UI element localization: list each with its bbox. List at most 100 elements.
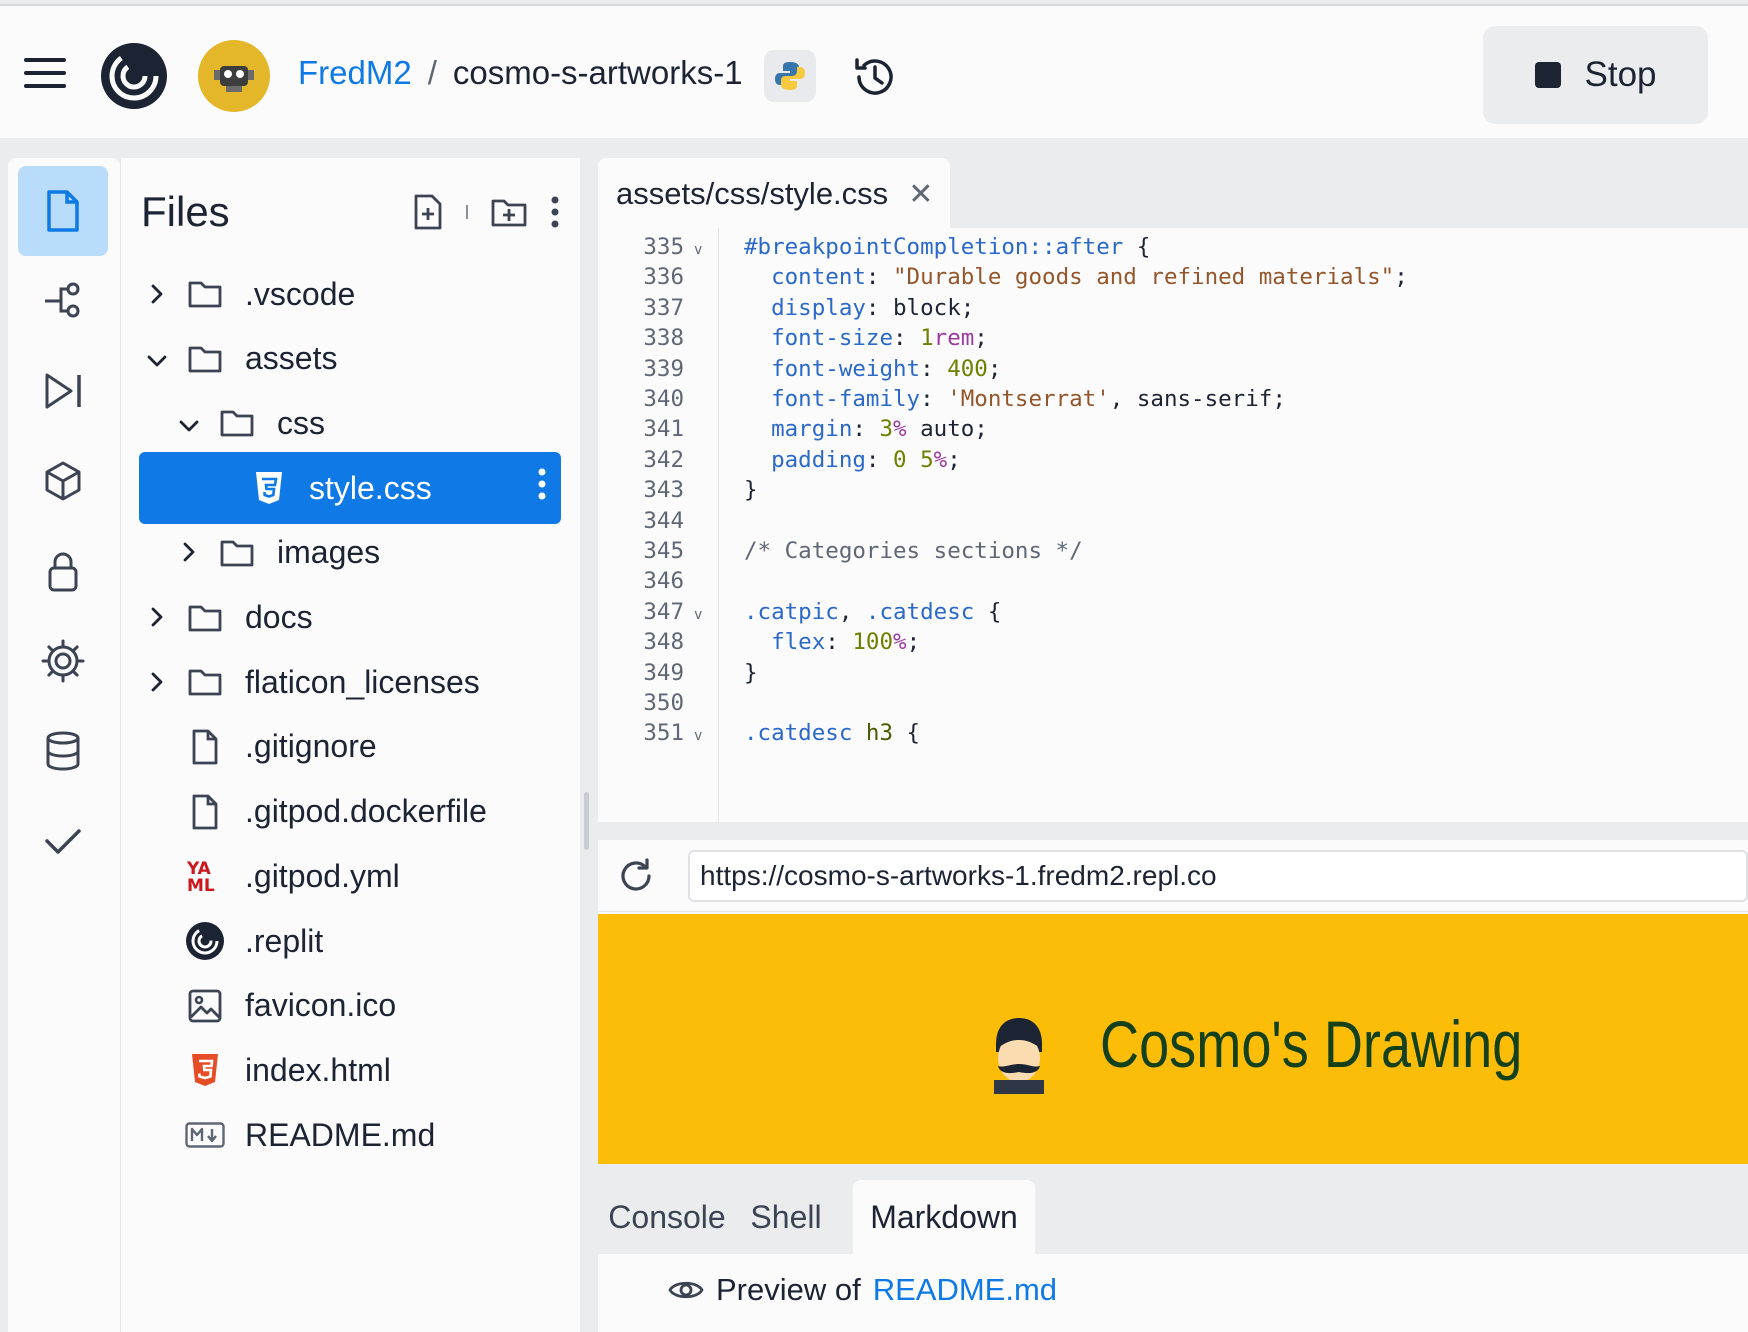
chevron-right-icon[interactable]	[139, 276, 175, 313]
database-icon	[46, 731, 80, 771]
line-number: 342	[643, 446, 684, 473]
breadcrumb: FredM2 / cosmo-s-artworks-1	[298, 54, 743, 92]
code-editor[interactable]: 335 v #breakpointCompletion::after {336 co…	[598, 228, 1748, 822]
tab-console[interactable]: Console	[598, 1180, 736, 1254]
code-line: font-weight: 400;	[771, 355, 1002, 382]
menu-icon[interactable]	[24, 58, 66, 88]
file-tree-label: .vscode	[245, 275, 356, 312]
preview-file-link[interactable]: README.md	[873, 1272, 1057, 1308]
line-number: 335	[643, 234, 684, 260]
file-tree-label: .gitignore	[245, 728, 377, 765]
markdown-preview-line: Preview of README.md	[668, 1272, 1057, 1308]
line-number: 349	[643, 659, 684, 686]
files-title: Files	[141, 188, 230, 235]
fold-chevron-icon[interactable]: v	[694, 728, 702, 744]
folder-icon	[185, 662, 225, 702]
indent-guide	[718, 228, 719, 822]
kebab-menu-icon[interactable]	[550, 194, 560, 230]
chevron-right-icon[interactable]	[139, 599, 175, 636]
file-tree-item[interactable]: YA ML .gitpod.yml	[139, 840, 561, 912]
debugger-button[interactable]	[18, 346, 108, 436]
file-tree-label: .replit	[245, 922, 324, 959]
file-tree-item[interactable]: flaticon_licenses	[139, 646, 561, 718]
svg-text:ML: ML	[187, 876, 215, 894]
close-icon[interactable]: ✕	[908, 177, 933, 212]
history-icon[interactable]	[852, 54, 898, 100]
lock-icon	[48, 552, 78, 592]
top-bar: FredM2 / cosmo-s-artworks-1 Stop	[0, 4, 1748, 138]
editor-tab-label: assets/css/style.css	[616, 176, 889, 211]
line-number: 339	[643, 355, 684, 382]
replit-logo-icon[interactable]	[98, 40, 170, 112]
files-tool-button[interactable]	[18, 166, 108, 256]
file-icon	[47, 190, 79, 232]
fold-chevron-icon[interactable]: v	[694, 242, 702, 258]
avatar[interactable]	[198, 40, 270, 112]
css3-icon	[249, 468, 289, 508]
secrets-button[interactable]	[18, 526, 108, 616]
webview-url-bar: https://cosmo-s-artworks-1.fredm2.repl.c…	[598, 840, 1748, 912]
folder-icon	[217, 533, 257, 573]
packages-button[interactable]	[18, 436, 108, 526]
mustache-man-logo-icon	[994, 1018, 1044, 1094]
breadcrumb-user-link[interactable]: FredM2	[298, 54, 412, 92]
url-input[interactable]: https://cosmo-s-artworks-1.fredm2.repl.c…	[688, 850, 1748, 902]
code-line: /* Categories sections */	[744, 538, 1083, 564]
chevron-right-icon[interactable]	[171, 534, 207, 571]
database-button[interactable]	[18, 706, 108, 796]
panel-resize-handle[interactable]	[584, 792, 589, 850]
line-number: 336	[643, 264, 684, 291]
file-tree-item[interactable]: .replit	[139, 905, 561, 977]
eye-icon	[668, 1281, 704, 1299]
stop-button[interactable]: Stop	[1483, 26, 1708, 124]
file-tree-item[interactable]: docs	[139, 582, 561, 654]
kebab-menu-icon[interactable]	[537, 467, 547, 509]
code-line: content: "Durable goods and refined mate…	[771, 264, 1408, 291]
line-number: 341	[643, 416, 684, 443]
file-tree-item[interactable]: assets	[139, 323, 561, 395]
gear-icon	[41, 639, 85, 683]
new-folder-icon[interactable]	[490, 195, 528, 229]
chevron-down-icon[interactable]	[171, 405, 207, 442]
website-title: Cosmo's Drawing	[1100, 1007, 1523, 1081]
repl-name[interactable]: cosmo-s-artworks-1	[453, 54, 743, 92]
folder-icon	[217, 403, 257, 443]
file-tree-label: style.css	[309, 469, 432, 506]
file-tree-label: index.html	[245, 1051, 391, 1088]
file-tree-item[interactable]: .gitignore	[139, 711, 561, 783]
file-tree-label: .gitpod.dockerfile	[245, 793, 487, 830]
version-control-button[interactable]	[18, 256, 108, 346]
stop-icon	[1534, 62, 1561, 88]
file-tree-item[interactable]: favicon.ico	[139, 970, 561, 1042]
file-tree-label: docs	[245, 599, 313, 635]
file-tree-item[interactable]: index.html	[139, 1034, 561, 1106]
image-icon	[185, 986, 225, 1026]
tab-shell[interactable]: Shell	[736, 1180, 836, 1254]
editor-tab[interactable]: assets/css/style.css ✕	[598, 158, 950, 230]
line-number: 347	[643, 598, 684, 625]
file-tree-item[interactable]: README.md	[139, 1099, 561, 1171]
unit-tests-button[interactable]	[18, 796, 108, 886]
tab-markdown[interactable]: Markdown	[853, 1180, 1035, 1254]
webview-pane: https://cosmo-s-artworks-1.fredm2.repl.c…	[598, 840, 1748, 1164]
file-tree-item[interactable]: .vscode	[139, 258, 561, 330]
files-actions	[412, 194, 560, 230]
new-file-icon[interactable]	[412, 194, 444, 230]
folder-icon	[185, 339, 225, 379]
file-tree-item[interactable]: style.css	[139, 452, 561, 525]
python-icon[interactable]	[764, 50, 816, 102]
yaml-icon: YA ML	[185, 856, 225, 896]
file-tree-label: images	[277, 534, 381, 571]
files-panel: Files .vscode assets css style.css images doc…	[120, 158, 580, 1332]
fold-chevron-icon[interactable]: v	[694, 607, 702, 623]
file-tree-item[interactable]: css	[139, 387, 561, 459]
reload-icon[interactable]	[616, 856, 656, 896]
chevron-down-icon[interactable]	[139, 340, 175, 377]
chevron-right-icon[interactable]	[139, 664, 175, 701]
folder-icon	[185, 274, 225, 314]
file-tree-item[interactable]: .gitpod.dockerfile	[139, 776, 561, 848]
robot-avatar-icon	[214, 66, 254, 92]
settings-button[interactable]	[18, 616, 108, 706]
file-tree-item[interactable]: images	[139, 517, 561, 589]
code-line: .catpic, .catdesc {	[744, 598, 1002, 625]
